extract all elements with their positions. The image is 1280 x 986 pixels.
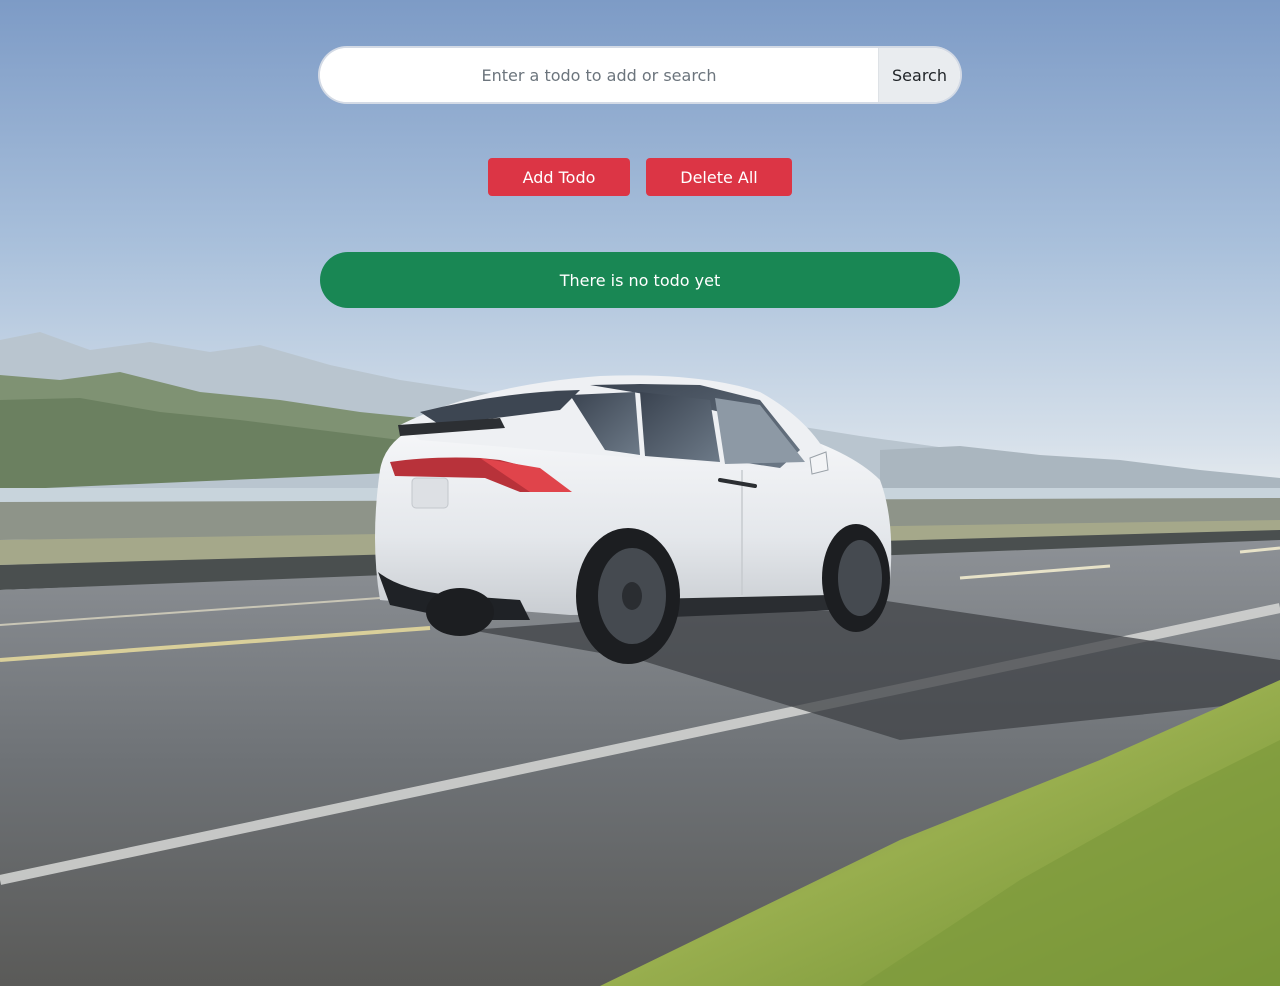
background-image bbox=[0, 0, 1280, 986]
add-todo-button[interactable]: Add Todo bbox=[488, 158, 630, 196]
search-bar: Search bbox=[320, 48, 960, 102]
app-page: Search Add Todo Delete All There is no t… bbox=[0, 0, 1280, 986]
search-button[interactable]: Search bbox=[878, 48, 960, 102]
todo-search-input[interactable] bbox=[320, 48, 878, 102]
action-buttons: Add Todo Delete All bbox=[0, 158, 1280, 196]
delete-all-button[interactable]: Delete All bbox=[646, 158, 792, 196]
empty-todo-alert: There is no todo yet bbox=[320, 252, 960, 308]
